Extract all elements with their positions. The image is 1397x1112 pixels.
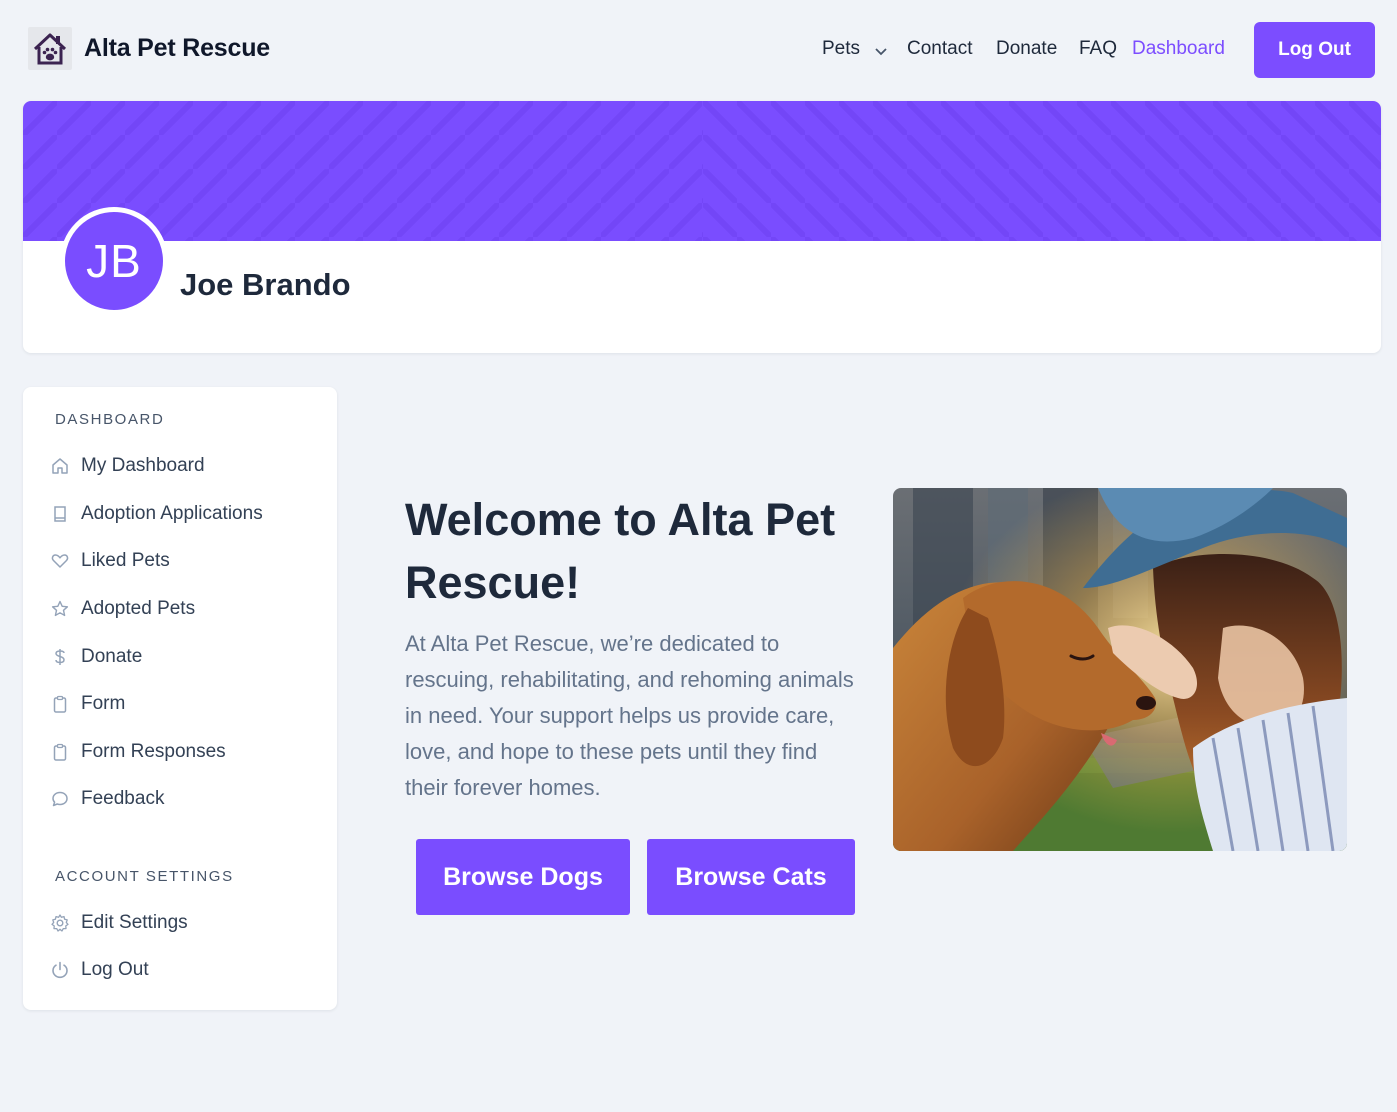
sidebar-item-label: My Dashboard [81,455,205,476]
clipboard-icon [49,693,71,715]
sidebar-item-adopted-pets[interactable]: Adopted Pets [49,594,195,624]
brand-name[interactable]: Alta Pet Rescue [84,34,270,63]
sidebar-item-my-dashboard[interactable]: My Dashboard [49,451,205,481]
sidebar-heading-account-settings: ACCOUNT SETTINGS [55,868,234,885]
home-icon [49,455,71,477]
profile-card: JB Joe Brando [23,101,1381,353]
nav-donate[interactable]: Donate [996,38,1057,60]
nav-contact[interactable]: Contact [907,38,972,60]
sidebar-item-label: Adopted Pets [81,598,196,619]
nav-pets[interactable]: Pets [822,38,860,60]
clipboard-icon [49,741,71,763]
chevron-down-icon[interactable] [874,44,888,62]
top-navbar: Alta Pet Rescue Pets Contact Donate FAQ … [0,0,1397,100]
gear-icon [49,912,71,934]
sidebar-item-feedback[interactable]: Feedback [49,784,164,814]
sidebar-item-label: Form [81,693,126,714]
dashboard-sidebar: DASHBOARD My Dashboard Adoption Applicat… [23,387,337,1010]
chat-bubble-icon [49,788,71,810]
browse-cats-button[interactable]: Browse Cats [647,839,855,915]
profile-banner [23,101,1381,241]
sidebar-item-label: Liked Pets [81,550,170,571]
profile-name: Joe Brando [180,267,351,302]
sidebar-item-label: Log Out [81,959,149,980]
sidebar-item-donate[interactable]: Donate [49,642,142,672]
power-icon [49,959,71,981]
sidebar-item-form-responses[interactable]: Form Responses [49,737,226,767]
browse-dogs-button[interactable]: Browse Dogs [416,839,630,915]
sidebar-heading-dashboard: DASHBOARD [55,411,165,428]
sidebar-item-adoption-applications[interactable]: Adoption Applications [49,499,263,529]
sidebar-item-label: Feedback [81,788,165,809]
heart-icon [49,550,71,572]
nav-faq[interactable]: FAQ [1079,38,1117,60]
sidebar-item-label: Donate [81,646,143,667]
logout-button[interactable]: Log Out [1254,22,1375,78]
nav-dashboard[interactable]: Dashboard [1132,38,1225,60]
book-icon [49,503,71,525]
sidebar-item-label: Adoption Applications [81,503,263,524]
hero-description: At Alta Pet Rescue, we’re dedicated to r… [405,631,854,800]
star-icon [49,598,71,620]
hero-title: Welcome to Alta Pet Rescue! [405,494,836,608]
sidebar-item-form[interactable]: Form [49,689,125,719]
sidebar-item-log-out[interactable]: Log Out [49,955,149,985]
hero-photo-dog-and-girl [893,488,1347,851]
house-paw-icon[interactable] [28,27,72,70]
avatar[interactable]: JB [60,207,168,315]
sidebar-item-label: Form Responses [81,741,226,762]
dollar-icon [49,646,71,668]
sidebar-item-liked-pets[interactable]: Liked Pets [49,546,170,576]
sidebar-item-label: Edit Settings [81,912,188,933]
sidebar-item-edit-settings[interactable]: Edit Settings [49,908,188,938]
